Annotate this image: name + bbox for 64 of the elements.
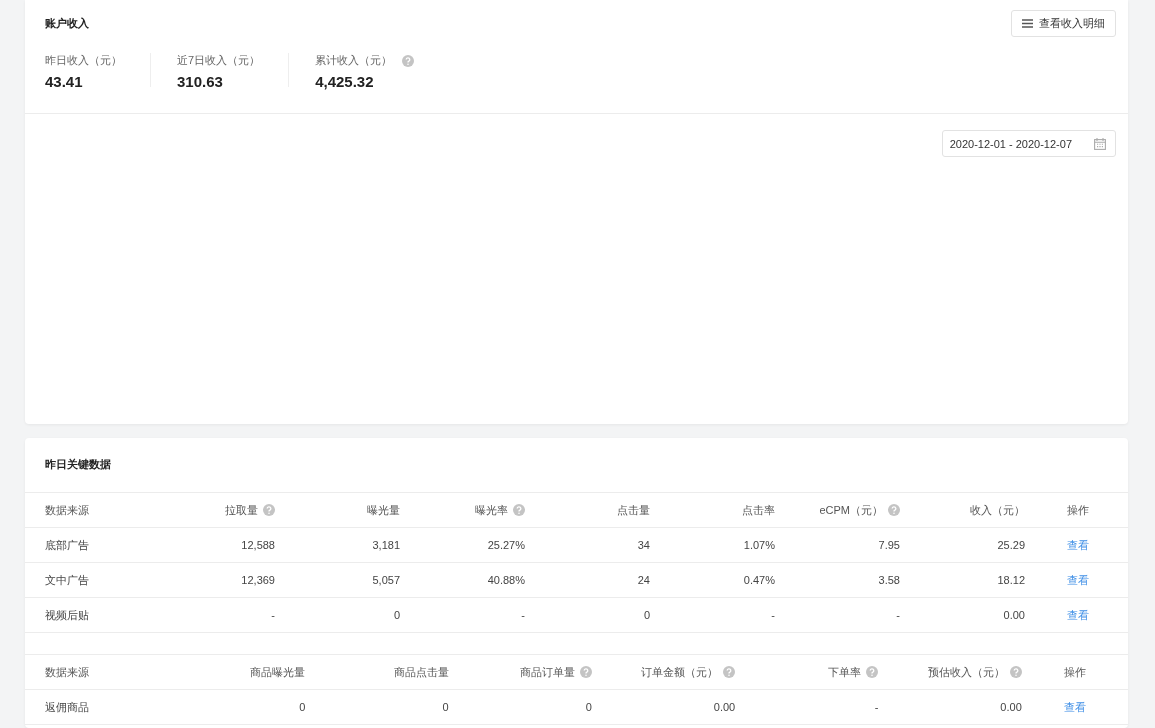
column-header: eCPM（元）	[819, 502, 883, 518]
card-title: 昨日关键数据	[45, 457, 111, 472]
stat-value: 4,425.32	[315, 73, 375, 90]
table-cell: -	[771, 609, 775, 621]
table-cell: -	[271, 609, 275, 621]
column-header: 曝光量	[367, 502, 400, 518]
column-header: 预估收入（元）	[927, 664, 1005, 680]
table-cell: 12,369	[241, 574, 275, 586]
column-header: 商品曝光量	[250, 664, 306, 680]
table-cell: 文中广告	[45, 572, 89, 588]
table-cell: 25.29	[997, 539, 1025, 551]
stat-label: 累计收入（元）	[315, 53, 393, 68]
column-header: 数据来源	[45, 502, 89, 518]
stat-value: 310.63	[177, 73, 224, 90]
table-cell: 40.88%	[487, 574, 525, 586]
table-cell: 返佣商品	[45, 699, 89, 715]
column-header: 订单金额（元）	[641, 664, 719, 680]
column-header: 点击率	[742, 502, 775, 518]
stat-label: 近7日收入（元）	[177, 53, 261, 68]
table-cell: 0.00	[713, 701, 736, 713]
table-cell: 视频后贴	[45, 607, 89, 623]
view-link[interactable]: 查看	[1063, 699, 1086, 715]
column-header: 操作	[1067, 502, 1089, 518]
table-cell: -	[896, 609, 900, 621]
table-cell: 3.58	[878, 574, 900, 586]
table-cell: 5,057	[372, 574, 400, 586]
table-cell: 0	[299, 701, 306, 713]
table-cell: 12,588	[241, 539, 275, 551]
table-cell: -	[874, 701, 879, 713]
stat-value: 43.41	[45, 73, 84, 90]
table-cell: 1.07%	[743, 539, 775, 551]
column-header: 操作	[1063, 664, 1086, 680]
table-cell: 34	[637, 539, 650, 551]
table-cell: 底部广告	[45, 537, 89, 553]
table-cell: -	[521, 609, 525, 621]
column-header: 收入（元）	[970, 502, 1025, 518]
column-header: 曝光率	[475, 502, 508, 518]
table-cell: 24	[637, 574, 650, 586]
income-detail-button[interactable]: 查看收入明细	[1011, 10, 1116, 37]
table-cell: 7.95	[878, 539, 900, 551]
table-cell: 0	[442, 701, 449, 713]
view-link[interactable]: 查看	[1067, 607, 1089, 623]
table-cell: 0.00	[1003, 609, 1025, 621]
view-link[interactable]: 查看	[1067, 572, 1089, 588]
column-header: 数据来源	[45, 664, 89, 680]
menu-icon	[1022, 19, 1033, 28]
column-header: 商品点击量	[393, 664, 449, 680]
table-cell: 0	[393, 609, 400, 621]
table-cell: 0	[585, 701, 592, 713]
date-range-field[interactable]: 2020-12-01 - 2020-12-07	[941, 130, 1116, 157]
table-cell: 3,181	[372, 539, 400, 551]
column-header: 拉取量	[225, 502, 258, 518]
column-header: 下单率	[828, 664, 862, 680]
table-cell: 0.00	[1000, 701, 1022, 713]
stat-label: 昨日收入（元）	[45, 53, 122, 68]
column-header: 商品订单量	[519, 664, 575, 680]
table-cell: 25.27%	[487, 539, 525, 551]
table-cell: 18.12	[997, 574, 1025, 586]
table-cell: 0	[643, 609, 650, 621]
view-link[interactable]: 查看	[1067, 537, 1089, 553]
card-title: 账户收入	[45, 16, 89, 31]
calendar-icon	[1094, 137, 1106, 150]
table-cell: 0.47%	[743, 574, 775, 586]
column-header: 点击量	[617, 502, 650, 518]
